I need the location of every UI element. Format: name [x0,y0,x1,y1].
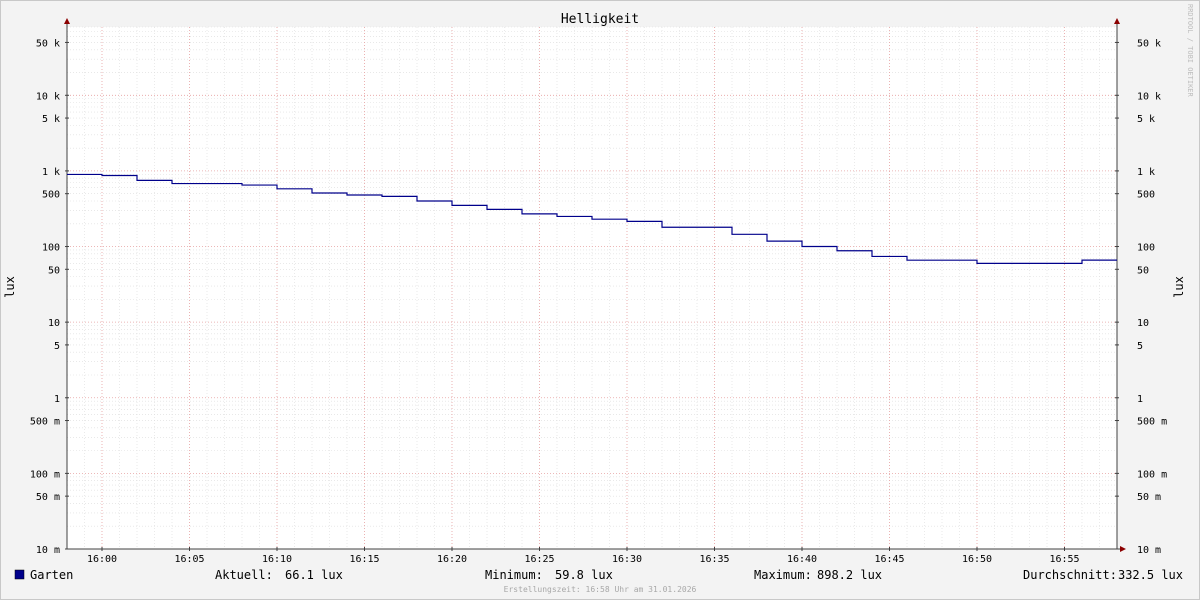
x-tick-label: 16:30 [612,554,642,565]
y-tick-label-left: 1 k [42,167,60,178]
y-tick-label-left: 5 k [42,114,60,125]
x-tick-label: 16:00 [87,554,117,565]
y-tick-label-left: 50 k [36,38,60,49]
stat-current-value: 66.1 lux [285,568,343,582]
y-tick-label-right: 1 [1137,394,1143,405]
x-tick-label: 16:25 [524,554,554,565]
stat-max-label: Maximum: [754,568,812,582]
y-tick-label-right: 5 [1137,341,1143,352]
legend-label-garten: Garten [30,568,73,582]
chart-title: Helligkeit [561,12,639,27]
y-tick-label-right: 10 m [1137,545,1161,556]
x-tick-labels: 16:00 16:05 16:10 16:15 16:20 16:25 16:30 16:35… [87,554,1080,565]
y-tick-label-left: 500 [42,190,60,201]
y-tick-label-left: 10 [48,318,60,329]
x-tick-label: 16:40 [787,554,817,565]
y-axis-label-left: lux [3,276,17,298]
y-tick-label-left: 50 [48,265,60,276]
y-tick-label-right: 5 k [1137,114,1155,125]
stat-avg-value: 332.5 lux [1118,568,1183,582]
x-tick-label: 16:55 [1049,554,1079,565]
y-tick-label-right: 500 m [1137,417,1167,428]
y-tick-labels-left: 50 k 10 k 5 k 1 k 500 100 50 10 5 1 500 m 100 m 50 m… [30,38,60,556]
y-tick-label-left: 5 [54,341,60,352]
watermark: RRDTOOL / TOBI OETIKER [1186,4,1194,98]
y-tick-label-right: 10 [1137,318,1149,329]
y-axis-label-right: lux [1172,276,1186,298]
y-tick-label-right: 1 k [1137,167,1155,178]
x-tick-label: 16:50 [962,554,992,565]
footer-timestamp: Erstellungszeit: 16:58 Uhr am 31.01.2026 [504,585,697,594]
y-axis-arrow-right [1114,18,1120,24]
brightness-chart: 50 k 10 k 5 k 1 k 500 100 50 10 5 1 500 m 100 m 50 m… [3,4,1194,594]
minor-grid [66,26,1118,549]
y-axis-arrow-left [64,18,70,24]
stat-min-value: 59.8 lux [555,568,613,582]
y-tick-label-left: 100 [42,243,60,254]
x-axis-arrow [1120,546,1126,552]
y-tick-label-left: 1 [54,394,60,405]
x-tick-label: 16:35 [699,554,729,565]
y-tick-labels-right: 50 k 10 k 5 k 1 k 500 100 50 10 5 1 500 m 100 m 50 m… [1137,38,1167,556]
stat-current-label: Aktuell: [215,568,273,582]
x-tick-label: 16:10 [262,554,292,565]
y-tick-label-left: 100 m [30,469,60,480]
stat-min-label: Minimum: [485,568,543,582]
y-tick-label-left: 50 m [36,492,60,503]
y-tick-label-right: 100 m [1137,469,1167,480]
y-tick-label-right: 50 m [1137,492,1161,503]
y-tick-label-right: 50 k [1137,38,1161,49]
y-tick-label-left: 10 m [36,545,60,556]
y-tick-label-right: 10 k [1137,91,1161,102]
y-tick-label-right: 50 [1137,265,1149,276]
y-tick-label-right: 500 [1137,190,1155,201]
x-tick-label: 16:20 [437,554,467,565]
legend-swatch-garten [14,569,25,580]
y-tick-label-left: 10 k [36,91,60,102]
stat-max-value: 898.2 lux [817,568,882,582]
x-tick-label: 16:05 [174,554,204,565]
x-tick-label: 16:45 [874,554,904,565]
stat-avg-label: Durchschnitt: [1023,568,1117,582]
y-tick-label-left: 500 m [30,417,60,428]
y-tick-label-right: 100 [1137,243,1155,254]
x-tick-label: 16:15 [349,554,379,565]
